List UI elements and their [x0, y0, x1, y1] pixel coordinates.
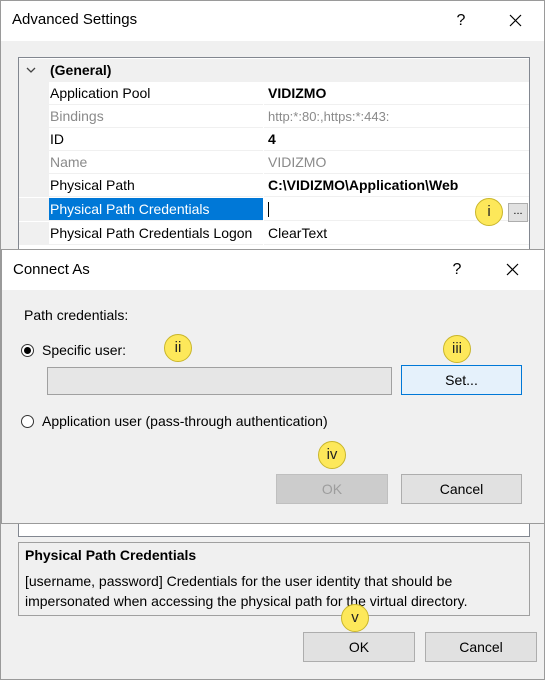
description-text: [username, password] Credentials for the…	[25, 573, 468, 609]
advanced-settings-title: Advanced Settings	[12, 11, 138, 28]
specific-user-radio[interactable]	[21, 343, 34, 357]
close-button[interactable]	[489, 250, 535, 290]
row-margin	[19, 105, 49, 128]
callout-marker-iii: iii	[443, 335, 471, 363]
row-margin	[19, 198, 49, 221]
property-row-physical-path[interactable]: Physical Path C:\VIDIZMO\Application\Web	[19, 174, 529, 197]
specific-user-option[interactable]: Specific user:	[21, 340, 126, 360]
cancel-button[interactable]: Cancel	[425, 632, 537, 662]
property-row-name[interactable]: Name VIDIZMO	[19, 151, 529, 174]
row-margin	[19, 151, 49, 174]
browse-credentials-button[interactable]: ...	[508, 203, 528, 222]
property-label: Application Pool	[49, 82, 263, 105]
property-value[interactable]: VIDIZMO	[264, 82, 529, 105]
specific-user-label: Specific user:	[42, 342, 127, 358]
category-label: (General)	[50, 62, 112, 78]
help-button[interactable]: ?	[434, 250, 480, 290]
description-title: Physical Path Credentials	[25, 547, 197, 563]
application-user-radio[interactable]	[21, 414, 34, 428]
row-margin	[19, 174, 49, 197]
property-label: Physical Path	[49, 174, 263, 197]
row-margin	[19, 82, 49, 105]
connect-ok-button[interactable]: OK	[276, 474, 388, 504]
connect-cancel-button[interactable]: Cancel	[401, 474, 522, 504]
property-label: ID	[49, 128, 263, 151]
advanced-settings-titlebar: Advanced Settings ?	[1, 1, 544, 41]
property-label: Bindings	[49, 105, 263, 128]
property-value[interactable]: 4	[264, 128, 529, 151]
property-label: Physical Path Credentials	[49, 198, 263, 221]
row-margin	[19, 128, 49, 151]
application-user-label: Application user (pass-through authentic…	[42, 413, 328, 429]
property-label: Name	[49, 151, 263, 174]
close-button[interactable]	[492, 1, 538, 41]
callout-marker-ii: ii	[164, 334, 192, 362]
ok-button[interactable]: OK	[303, 632, 415, 662]
property-value[interactable]: http:*:80:,https:*:443:	[264, 105, 529, 128]
close-icon	[506, 263, 518, 276]
specific-user-field[interactable]	[47, 367, 392, 395]
close-icon	[509, 14, 521, 27]
path-credentials-label: Path credentials:	[24, 307, 129, 323]
property-row-application-pool[interactable]: Application Pool VIDIZMO	[19, 82, 529, 105]
property-label: Physical Path Credentials Logon	[49, 222, 263, 245]
help-button[interactable]: ?	[438, 1, 484, 41]
category-row-general[interactable]: (General)	[19, 59, 529, 82]
property-value[interactable]: VIDIZMO	[264, 151, 529, 174]
row-margin	[19, 222, 49, 245]
set-button[interactable]: Set...	[401, 365, 522, 395]
connect-as-title: Connect As	[13, 261, 90, 278]
callout-marker-v: v	[341, 604, 369, 632]
property-row-id[interactable]: ID 4	[19, 128, 529, 151]
connect-as-dialog: Connect As ? Path credentials: Specific …	[1, 249, 545, 524]
application-user-option[interactable]: Application user (pass-through authentic…	[21, 411, 328, 431]
description-panel: Physical Path Credentials [username, pas…	[18, 542, 530, 616]
connect-as-titlebar: Connect As ?	[2, 250, 544, 290]
property-row-credentials-logon[interactable]: Physical Path Credentials Logon ClearTex…	[19, 222, 529, 245]
property-row-bindings[interactable]: Bindings http:*:80:,https:*:443:	[19, 105, 529, 128]
property-value[interactable]: C:\VIDIZMO\Application\Web	[264, 174, 529, 197]
property-row-physical-path-credentials[interactable]: Physical Path Credentials	[19, 198, 529, 221]
text-caret	[268, 202, 269, 217]
callout-marker-i: i	[475, 198, 503, 226]
callout-marker-iv: iv	[318, 441, 346, 469]
